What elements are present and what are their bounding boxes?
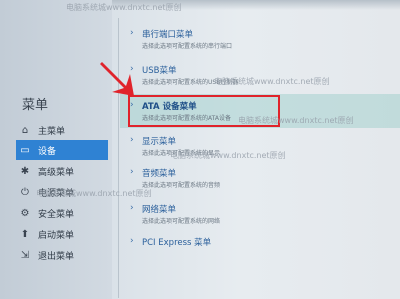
sidebar-item-exit[interactable]: ⇲ 退出菜单 xyxy=(16,245,116,265)
menu-entry-network[interactable]: › 网络菜单 选择此选项可配置系统的网络 xyxy=(130,203,390,231)
chevron-right-icon: › xyxy=(130,203,134,213)
watermark: 电脑系统城www.dnxtc.net原创 xyxy=(66,3,182,12)
sidebar-item-label: 设备 xyxy=(38,146,57,157)
menu-entry-serial-port[interactable]: › 串行端口菜单 选择此选项可配置系统的串行端口 xyxy=(130,28,390,56)
security-icon: ⚙ xyxy=(20,207,30,219)
watermark: 电脑系统城www.dnxtc.net原创 xyxy=(36,189,152,198)
entry-description: 选择此选项可配置系统的音频 xyxy=(142,182,221,189)
devices-icon: ▭ xyxy=(20,144,30,156)
watermark: 电脑系统城www.dnxtc.net原创 xyxy=(170,151,286,160)
sidebar-item-label: 退出菜单 xyxy=(38,251,75,262)
watermark: 电脑系统城www.dnxtc.net原创 xyxy=(238,116,354,125)
sidebar-item-label: 主菜单 xyxy=(38,126,66,137)
watermark: 电脑系统城www.dnxtc.net原创 xyxy=(214,77,330,86)
boot-icon: ⬆ xyxy=(20,228,30,240)
entry-title: USB菜单 xyxy=(142,66,177,76)
menu-entry-pci-express[interactable]: › PCI Express 菜单 xyxy=(130,236,390,254)
sidebar-item-label: 高级菜单 xyxy=(38,167,75,178)
entry-description: 选择此选项可配置系统的串行端口 xyxy=(142,43,233,50)
sidebar-item-label: 启动菜单 xyxy=(38,230,75,241)
sidebar-item-boot[interactable]: ⬆ 启动菜单 xyxy=(16,224,116,244)
chevron-right-icon: › xyxy=(130,28,134,38)
sidebar-title: 菜单 xyxy=(22,98,49,113)
home-icon: ⌂ xyxy=(21,124,29,136)
advanced-icon: ✱ xyxy=(20,165,30,177)
sidebar-item-security[interactable]: ⚙ 安全菜单 xyxy=(16,203,116,223)
entry-title: 串行端口菜单 xyxy=(142,30,194,40)
entry-description: 选择此选项可配置系统的网络 xyxy=(142,218,221,225)
annotation-arrow-icon xyxy=(100,62,134,96)
power-icon: ⏻ xyxy=(21,186,29,198)
chevron-right-icon: › xyxy=(130,236,134,246)
chevron-right-icon: › xyxy=(130,167,134,177)
sidebar-item-label: 安全菜单 xyxy=(38,209,75,220)
chevron-right-icon: › xyxy=(130,135,134,145)
entry-title: 网络菜单 xyxy=(142,205,177,215)
bios-screen: 菜单 ⌂ 主菜单 ▭ 设备 ✱ 高级菜单 ⏻ 电源菜单 ⚙ 安全菜单 ⬆ 启动菜… xyxy=(0,0,400,299)
entry-title: 显示菜单 xyxy=(142,137,177,147)
sidebar-item-advanced[interactable]: ✱ 高级菜单 xyxy=(16,161,116,181)
sidebar-item-devices[interactable]: ▭ 设备 xyxy=(16,140,108,160)
sidebar-item-main[interactable]: ⌂ 主菜单 xyxy=(16,120,116,140)
menu-entry-audio[interactable]: › 音频菜单 选择此选项可配置系统的音频 xyxy=(130,167,390,195)
entry-title: 音频菜单 xyxy=(142,169,177,179)
entry-title: PCI Express 菜单 xyxy=(142,238,212,248)
exit-icon: ⇲ xyxy=(20,249,30,261)
